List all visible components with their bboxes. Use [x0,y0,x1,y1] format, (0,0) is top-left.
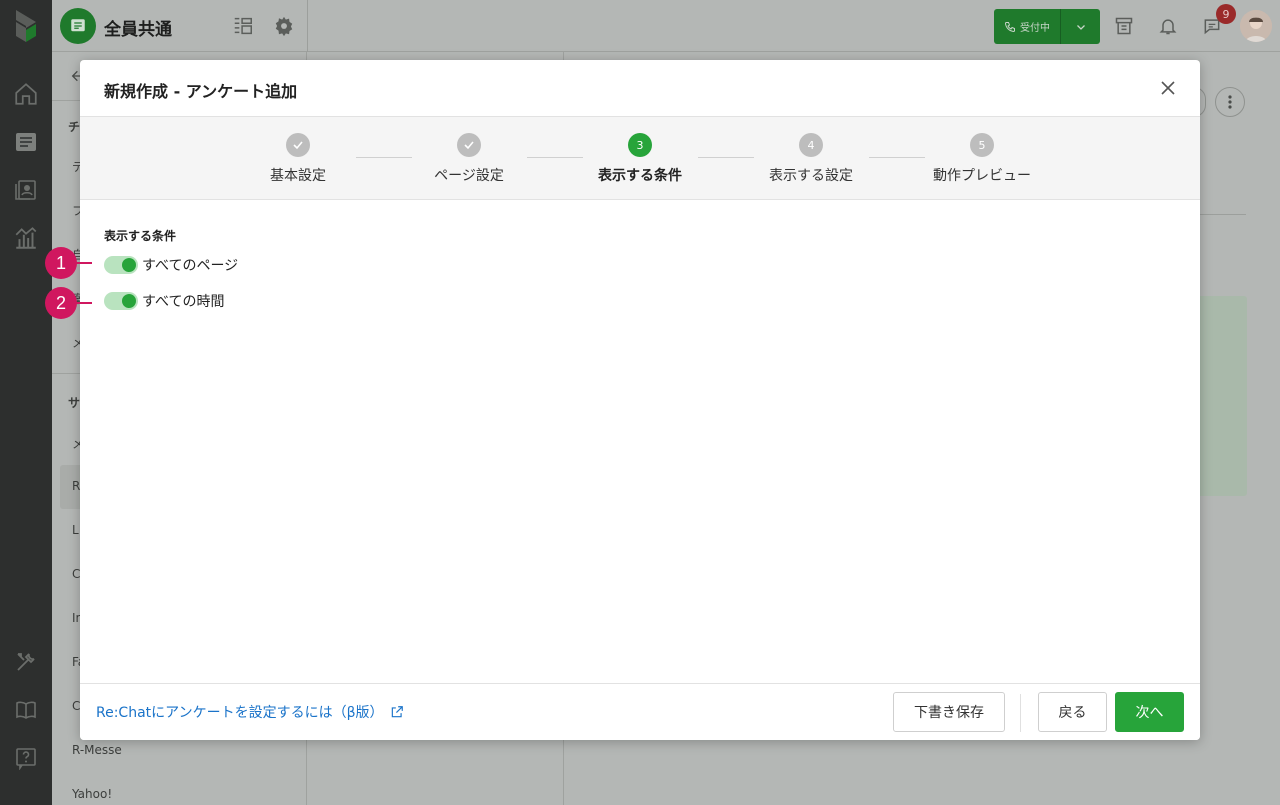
modal-footer: Re:Chatにアンケートを設定するには（β版） 下書き保存 戻る 次へ [80,683,1200,740]
call-status-dropdown[interactable] [1060,9,1100,44]
step-label: 表示する条件 [598,168,682,184]
wizard-stepper: 基本設定 ページ設定 3 表示する条件 4 表示する設定 5 動作プレビュー [80,117,1200,200]
top-bar: 全員共通 受付中 9 [52,0,1280,52]
sidebar-heading: サ [68,396,81,410]
contacts-icon[interactable] [12,176,40,204]
workspace-name: 全員共通 [104,20,172,40]
layout-icon[interactable] [231,14,255,38]
sidebar-item[interactable]: Yahoo! [72,787,112,801]
annotation-marker-2: 2 [45,287,77,319]
modal-title: 新規作成 - アンケート追加 [104,82,298,101]
tray-icon[interactable] [1112,14,1136,38]
section-label: 表示する条件 [104,229,177,243]
phone-icon [1004,21,1015,32]
tools-icon[interactable] [12,648,40,676]
step-number: 4 [799,133,823,157]
close-button[interactable] [1158,78,1178,98]
chat-list-icon[interactable] [12,128,40,156]
chevron-down-icon [1076,24,1085,30]
step-label: 基本設定 [270,168,326,184]
step-display-settings[interactable]: 4 表示する設定 [741,133,881,185]
step-basic-settings[interactable]: 基本設定 [228,133,368,185]
user-avatar[interactable] [1240,10,1272,42]
next-button[interactable]: 次へ [1115,692,1184,732]
step-number: 5 [970,133,994,157]
footer-divider [1020,694,1021,732]
step-label: ページ設定 [434,168,504,184]
annotation-marker-1: 1 [45,247,77,279]
help-link[interactable]: Re:Chatにアンケートを設定するには（β版） [96,702,404,722]
modal-content: 表示する条件 すべてのページ すべての時間 [80,200,1200,683]
external-link-icon [391,706,403,718]
step-check-icon [286,133,310,157]
analytics-icon[interactable] [12,224,40,252]
sidebar-item[interactable]: L [72,523,79,537]
sidebar-item[interactable]: R-Messe [72,743,122,757]
help-link-text: Re:Chatにアンケートを設定するには（β版） [96,705,384,721]
save-draft-button[interactable]: 下書き保存 [893,692,1005,732]
left-rail [0,0,52,805]
create-survey-modal: 新規作成 - アンケート追加 基本設定 ページ設定 3 表示する条件 4 表示す… [80,60,1200,740]
annotation-line [76,262,92,264]
sidebar-heading: チ [68,120,81,134]
more-options-icon[interactable] [1215,87,1245,117]
toggle-knob [122,258,136,272]
toggle-row-all-pages: すべてのページ [104,255,238,275]
settings-gear-icon[interactable] [272,14,296,38]
call-status-main[interactable]: 受付中 [994,9,1060,44]
topbar-divider [307,0,308,52]
back-button[interactable]: 戻る [1038,692,1107,732]
toggle-row-all-times: すべての時間 [104,291,224,311]
bell-icon[interactable] [1156,14,1180,38]
step-check-icon [457,133,481,157]
step-page-settings[interactable]: ページ設定 [399,133,539,185]
step-label: 動作プレビュー [933,168,1031,184]
toggle-label: すべてのページ [142,258,239,274]
toggle-label: すべての時間 [142,294,225,310]
all-pages-toggle[interactable] [104,256,138,274]
app-logo-icon [16,10,36,42]
workspace-icon[interactable] [60,8,96,44]
step-display-conditions[interactable]: 3 表示する条件 [570,133,710,185]
call-status-button[interactable]: 受付中 [994,9,1100,44]
all-times-toggle[interactable] [104,292,138,310]
step-preview[interactable]: 5 動作プレビュー [912,133,1052,185]
notification-badge: 9 [1216,4,1236,24]
help-icon[interactable] [12,744,40,772]
annotation-line [76,302,92,304]
modal-header: 新規作成 - アンケート追加 [80,60,1200,117]
manual-book-icon[interactable] [12,696,40,724]
close-icon [1161,81,1175,95]
call-status-label: 受付中 [1020,23,1050,34]
step-number: 3 [628,133,652,157]
home-icon[interactable] [12,80,40,108]
toggle-knob [122,294,136,308]
step-label: 表示する設定 [769,168,853,184]
